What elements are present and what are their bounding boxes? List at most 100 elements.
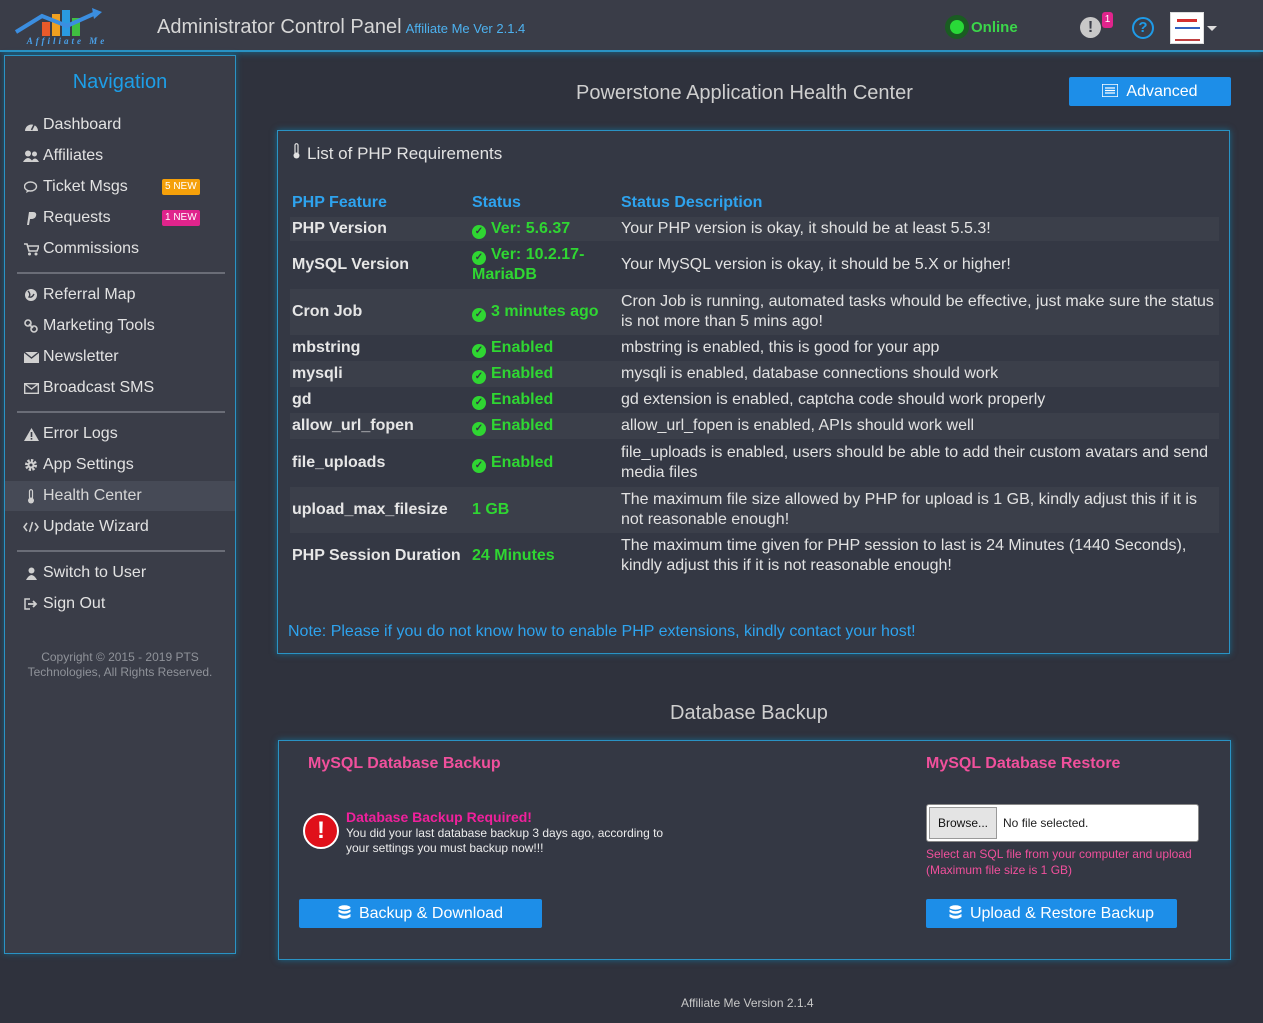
avatar[interactable]	[1170, 12, 1204, 44]
chevron-down-icon[interactable]	[1207, 26, 1217, 31]
check-circle-icon: ✓	[472, 370, 486, 384]
sidebar-title: Navigation	[72, 71, 168, 93]
alert-icon[interactable]: !	[1080, 17, 1101, 38]
sidebar-item-label: Referral Map	[43, 286, 136, 303]
status-text: 24 Minutes	[472, 547, 555, 564]
sidebar-item-marketing-tools[interactable]: Marketing Tools	[5, 311, 235, 341]
status-text: Enabled	[491, 417, 554, 434]
feature-cell: upload_max_filesize	[290, 487, 470, 533]
sidebar-item-label: Newsletter	[43, 348, 119, 365]
online-label: Online	[971, 18, 1018, 36]
sidebar-item-switch-to-user[interactable]: Switch to User	[5, 558, 235, 588]
code-icon	[21, 521, 41, 533]
backup-download-button[interactable]: Backup & Download	[299, 899, 542, 928]
status-text: Enabled	[491, 339, 554, 356]
sidebar-item-update-wizard[interactable]: Update Wizard	[5, 512, 235, 542]
paypal-icon	[21, 211, 41, 225]
sidebar-item-sign-out[interactable]: Sign Out	[5, 589, 235, 619]
check-circle-icon: ✓	[472, 396, 486, 410]
advanced-button[interactable]: Advanced	[1069, 77, 1231, 106]
sidebar-item-label: Ticket Msgs	[43, 178, 128, 195]
table-row: MySQL Version ✓ Ver: 10.2.17-MariaDB Your…	[290, 241, 1219, 289]
feature-cell: mbstring	[292, 339, 361, 356]
cart-icon	[21, 242, 41, 256]
feature-cell: Cron Job	[290, 289, 470, 335]
table-row: allow_url_fopen ✓ Enabled allow_url_fopen…	[290, 413, 1219, 439]
logo-chart-icon	[14, 8, 102, 36]
status-text: Ver: 10.2.17-MariaDB	[472, 246, 585, 283]
sidebar-item-commissions[interactable]: Commissions	[5, 234, 235, 264]
upload-restore-button[interactable]: Upload & Restore Backup	[926, 899, 1177, 928]
thermometer-icon	[21, 488, 41, 504]
online-status: Online	[945, 15, 1018, 39]
sidebar-item-app-settings[interactable]: App Settings	[5, 450, 235, 480]
status-text: Enabled	[491, 391, 554, 408]
cog-icon	[21, 458, 41, 472]
table-header-row: PHP Feature Status Status Description	[290, 189, 1219, 217]
backup-warning-text: You did your last database backup 3 days…	[346, 826, 664, 855]
help-icon[interactable]: ?	[1132, 17, 1154, 39]
sidebar-item-label: Health Center	[43, 487, 142, 504]
sidebar-item-health-center[interactable]: Health Center	[5, 481, 235, 511]
description-cell: The maximum file size allowed by PHP for…	[619, 487, 1219, 533]
new-count-badge: 1 NEW	[162, 210, 200, 226]
database-icon	[949, 904, 962, 923]
sidebar-item-label: Broadcast SMS	[43, 379, 155, 396]
section-title: Database Backup	[670, 702, 828, 724]
app-title: Administrator Control Panel Affiliate Me …	[157, 16, 525, 39]
description-cell: Your MySQL version is okay, it should be…	[621, 256, 1011, 273]
sidebar-item-affiliates[interactable]: Affiliates	[5, 141, 235, 171]
status-cell: ✓ Ver: 10.2.17-MariaDB	[470, 241, 619, 289]
sidebar-item-newsletter[interactable]: Newsletter	[5, 342, 235, 372]
alert-count-badge: 1	[1102, 12, 1113, 28]
status-cell: 1 GB	[470, 487, 619, 533]
status-cell: ✓ Enabled	[470, 413, 619, 439]
link-icon	[21, 319, 41, 333]
restore-hint: Select an SQL file from your computer an…	[926, 847, 1192, 877]
php-requirements-panel: List of PHP Requirements PHP Feature Sta…	[277, 130, 1230, 654]
table-row: Cron Job ✓ 3 minutes ago Cron Job is runn…	[290, 289, 1219, 335]
nav-divider	[17, 550, 225, 552]
feature-cell: PHP Session Duration	[292, 547, 461, 564]
sidebar-item-label: Affiliates	[43, 147, 104, 164]
column-header: Status Description	[621, 194, 763, 211]
sql-file-input[interactable]: Browse... No file selected.	[926, 804, 1199, 842]
check-circle-icon: ✓	[472, 344, 486, 358]
sidebar-item-ticket-msgs[interactable]: Ticket Msgs 5 NEW	[5, 172, 235, 202]
sidebar-item-label: Marketing Tools	[43, 317, 155, 334]
status-cell: ✓ 3 minutes ago	[470, 289, 619, 335]
table-row: gd ✓ Enabled gd extension is enabled, cap…	[290, 387, 1219, 413]
sidebar-item-error-logs[interactable]: Error Logs	[5, 419, 235, 449]
sidebar-item-broadcast-sms[interactable]: Broadcast SMS	[5, 373, 235, 403]
backup-warning-title: Database Backup Required!	[346, 809, 532, 825]
database-backup-panel: MySQL Database Backup MySQL Database Res…	[278, 740, 1231, 960]
sidebar-item-dashboard[interactable]: Dashboard	[5, 110, 235, 140]
check-circle-icon: ✓	[472, 225, 486, 239]
sidebar-item-requests[interactable]: Requests 1 NEW	[5, 203, 235, 233]
status-cell: ✓ Enabled	[470, 387, 619, 413]
users-icon	[21, 150, 41, 163]
browse-button[interactable]: Browse...	[929, 807, 998, 839]
status-cell: ✓ Enabled	[470, 335, 619, 361]
requirements-table: PHP Feature Status Status Description PH…	[290, 189, 1219, 579]
footer-version: Affiliate Me Version 2.1.4	[681, 996, 814, 1010]
sidebar-item-label: Switch to User	[43, 564, 147, 581]
check-circle-icon: ✓	[472, 251, 486, 265]
file-status-text: No file selected.	[1003, 816, 1089, 830]
status-text: 3 minutes ago	[491, 303, 599, 320]
panel-title: List of PHP Requirements	[307, 144, 503, 163]
sidebar-item-label: Commissions	[43, 240, 140, 257]
backup-download-label: Backup & Download	[358, 904, 504, 922]
app-version: Affiliate Me Ver 2.1.4	[405, 21, 526, 36]
new-count-badge: 5 NEW	[162, 179, 200, 195]
feature-cell: allow_url_fopen	[290, 413, 470, 439]
feature-cell: file_uploads	[292, 454, 386, 471]
app-logo[interactable]: Affiliate Me	[12, 6, 122, 48]
status-text: Enabled	[491, 365, 554, 382]
status-cell: 24 Minutes	[470, 533, 619, 579]
page-title: Powerstone Application Health Center	[576, 82, 913, 104]
status-cell: ✓ Enabled	[470, 361, 619, 387]
sidebar-item-referral-map[interactable]: Referral Map	[5, 280, 235, 310]
sign-out-icon	[21, 598, 41, 610]
upload-restore-label: Upload & Restore Backup	[969, 904, 1155, 922]
